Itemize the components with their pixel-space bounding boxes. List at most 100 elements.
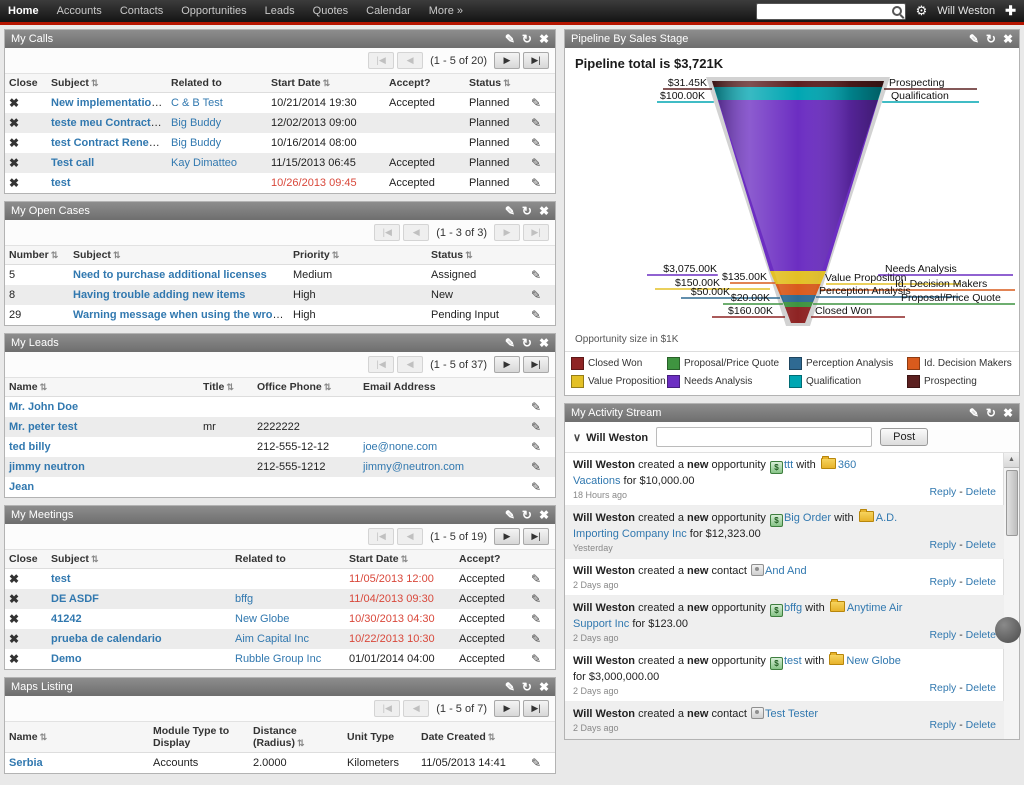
column-header[interactable]: Subject⇅ bbox=[47, 550, 231, 569]
sort-icon[interactable]: ⇅ bbox=[40, 732, 48, 742]
column-header[interactable]: Name⇅ bbox=[5, 378, 199, 397]
column-header[interactable]: Name⇅ bbox=[5, 722, 149, 753]
close-record-icon[interactable]: ✖ bbox=[9, 156, 19, 170]
column-header[interactable]: Start Date⇅ bbox=[345, 550, 455, 569]
record-link-subject[interactable]: Demo bbox=[51, 653, 82, 665]
quick-add-icon[interactable]: ✚ bbox=[1005, 3, 1016, 19]
record-link-subject[interactable]: test bbox=[51, 177, 71, 189]
edit-dashlet-icon[interactable]: ✎ bbox=[505, 33, 515, 45]
column-header[interactable]: Number⇅ bbox=[5, 246, 69, 265]
close-record-icon[interactable]: ✖ bbox=[9, 612, 19, 626]
reply-link[interactable]: Reply bbox=[929, 719, 956, 731]
scrollbar-thumb[interactable] bbox=[1006, 470, 1018, 536]
sort-icon[interactable]: ⇅ bbox=[40, 382, 48, 392]
search-input[interactable] bbox=[760, 4, 892, 19]
record-link-subject[interactable]: Warning message when using the wrong bro… bbox=[73, 309, 289, 321]
activity-item-link[interactable]: bffg bbox=[784, 602, 802, 614]
delete-link[interactable]: Delete bbox=[966, 486, 996, 498]
record-link-name[interactable]: Mr. John Doe bbox=[9, 401, 78, 413]
record-link-subject[interactable]: teste meu Contract Renewal Reminder bbox=[51, 117, 167, 129]
edit-record-icon[interactable]: ✎ bbox=[531, 572, 541, 586]
sort-icon[interactable]: ⇅ bbox=[51, 250, 59, 260]
record-link-related[interactable]: Rubble Group Inc bbox=[235, 653, 321, 665]
edit-dashlet-icon[interactable]: ✎ bbox=[505, 509, 515, 521]
sort-icon[interactable]: ⇅ bbox=[323, 78, 331, 88]
sort-icon[interactable]: ⇅ bbox=[488, 732, 496, 742]
user-menu[interactable]: Will Weston bbox=[937, 5, 995, 17]
nav-item-quotes[interactable]: Quotes bbox=[313, 5, 348, 17]
record-link-related[interactable]: Big Buddy bbox=[171, 137, 221, 149]
record-link-name[interactable]: ted billy bbox=[9, 441, 51, 453]
prev-page-button[interactable]: ◀ bbox=[397, 52, 423, 69]
sort-icon[interactable]: ⇅ bbox=[226, 382, 234, 392]
column-header[interactable]: Status⇅ bbox=[427, 246, 527, 265]
close-record-icon[interactable]: ✖ bbox=[9, 632, 19, 646]
next-page-button[interactable]: ▶ bbox=[494, 700, 520, 717]
record-link-related[interactable]: bffg bbox=[235, 593, 253, 605]
activity-account-link[interactable]: New Globe bbox=[846, 655, 900, 667]
edit-record-icon[interactable]: ✎ bbox=[531, 440, 541, 454]
edit-record-icon[interactable]: ✎ bbox=[531, 96, 541, 110]
close-dashlet-icon[interactable]: ✖ bbox=[1003, 33, 1013, 45]
close-record-icon[interactable]: ✖ bbox=[9, 116, 19, 130]
close-record-icon[interactable]: ✖ bbox=[9, 572, 19, 586]
record-link-subject[interactable]: Need to purchase additional licenses bbox=[73, 269, 267, 281]
post-button[interactable]: Post bbox=[880, 428, 928, 446]
edit-record-icon[interactable]: ✎ bbox=[531, 400, 541, 414]
refresh-dashlet-icon[interactable]: ↻ bbox=[986, 33, 996, 45]
gear-icon[interactable]: ⚙ bbox=[916, 3, 928, 19]
column-header[interactable]: Title⇅ bbox=[199, 378, 253, 397]
nav-item-more[interactable]: More » bbox=[429, 5, 463, 17]
reply-link[interactable]: Reply bbox=[929, 539, 956, 551]
edit-record-icon[interactable]: ✎ bbox=[531, 116, 541, 130]
prev-page-button[interactable]: ◀ bbox=[403, 700, 429, 717]
nav-item-accounts[interactable]: Accounts bbox=[57, 5, 102, 17]
close-dashlet-icon[interactable]: ✖ bbox=[539, 509, 549, 521]
refresh-dashlet-icon[interactable]: ↻ bbox=[986, 407, 996, 419]
column-header[interactable]: Date Created⇅ bbox=[417, 722, 527, 753]
column-header[interactable]: Office Phone⇅ bbox=[253, 378, 359, 397]
close-dashlet-icon[interactable]: ✖ bbox=[539, 337, 549, 349]
prev-page-button[interactable]: ◀ bbox=[397, 528, 423, 545]
record-link-email[interactable]: jimmy@neutron.com bbox=[363, 461, 464, 473]
search-icon[interactable] bbox=[892, 6, 902, 16]
record-link-subject[interactable]: Test call bbox=[51, 157, 94, 169]
close-record-icon[interactable]: ✖ bbox=[9, 136, 19, 150]
record-link-subject[interactable]: DE ASDF bbox=[51, 593, 99, 605]
record-link-related[interactable]: C & B Test bbox=[171, 97, 223, 109]
last-page-button[interactable]: ▶| bbox=[523, 528, 549, 545]
edit-dashlet-icon[interactable]: ✎ bbox=[969, 407, 979, 419]
close-dashlet-icon[interactable]: ✖ bbox=[539, 681, 549, 693]
close-record-icon[interactable]: ✖ bbox=[9, 96, 19, 110]
collapse-icon[interactable]: ∨ bbox=[573, 432, 581, 444]
activity-scrollbar[interactable]: ▲ bbox=[1003, 453, 1019, 739]
close-dashlet-icon[interactable]: ✖ bbox=[539, 205, 549, 217]
sort-icon[interactable]: ⇅ bbox=[465, 250, 473, 260]
first-page-button[interactable]: |◀ bbox=[374, 700, 400, 717]
record-link-related[interactable]: Aim Capital Inc bbox=[235, 633, 309, 645]
reply-link[interactable]: Reply bbox=[929, 682, 956, 694]
record-link-related[interactable]: New Globe bbox=[235, 613, 289, 625]
status-input[interactable] bbox=[656, 427, 872, 447]
nav-item-leads[interactable]: Leads bbox=[265, 5, 295, 17]
refresh-dashlet-icon[interactable]: ↻ bbox=[522, 205, 532, 217]
edit-record-icon[interactable]: ✎ bbox=[531, 308, 541, 322]
record-link-name[interactable]: Serbia bbox=[9, 757, 43, 769]
edit-record-icon[interactable]: ✎ bbox=[531, 420, 541, 434]
record-link-email[interactable]: joe@none.com bbox=[363, 441, 437, 453]
sort-icon[interactable]: ⇅ bbox=[91, 78, 99, 88]
edit-record-icon[interactable]: ✎ bbox=[531, 756, 541, 770]
reply-link[interactable]: Reply bbox=[929, 486, 956, 498]
edit-record-icon[interactable]: ✎ bbox=[531, 176, 541, 190]
sort-icon[interactable]: ⇅ bbox=[113, 250, 121, 260]
close-record-icon[interactable]: ✖ bbox=[9, 176, 19, 190]
edit-record-icon[interactable]: ✎ bbox=[531, 612, 541, 626]
delete-link[interactable]: Delete bbox=[966, 629, 996, 641]
edit-record-icon[interactable]: ✎ bbox=[531, 460, 541, 474]
prev-page-button[interactable]: ◀ bbox=[397, 356, 423, 373]
corner-widget-button[interactable] bbox=[995, 617, 1021, 643]
refresh-dashlet-icon[interactable]: ↻ bbox=[522, 337, 532, 349]
delete-link[interactable]: Delete bbox=[966, 719, 996, 731]
record-link-name[interactable]: Mr. peter test bbox=[9, 421, 77, 433]
sort-icon[interactable]: ⇅ bbox=[503, 78, 511, 88]
